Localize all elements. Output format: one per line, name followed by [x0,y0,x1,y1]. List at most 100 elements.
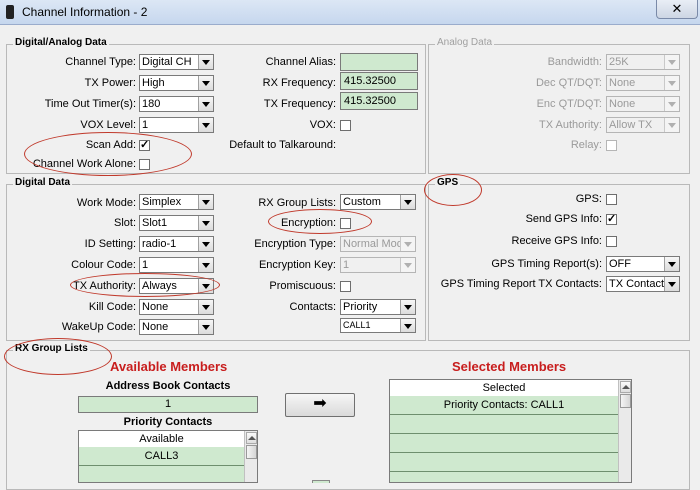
gps-timing-tx-contacts-value: TX Contact [609,278,665,290]
digital-analog-title: Digital/Analog Data [13,37,109,48]
encryption-key-select[interactable]: 1 [340,257,416,273]
chevron-down-icon [198,300,213,314]
vox-checkbox[interactable] [340,120,351,131]
dec-qt-select[interactable]: None [606,75,680,91]
wakeup-code-label: WakeUp Code: [61,321,136,333]
app-radio-icon [6,5,14,19]
relay-checkbox[interactable] [606,140,617,151]
gps-timing-tx-contacts-select[interactable]: TX Contact [606,276,680,292]
add-member-button[interactable]: ➡ [285,393,355,417]
annotation-oval-tx-authority [70,273,220,297]
arrow-right-icon: ➡ [313,395,327,412]
window-title: Channel Information - 2 [22,5,148,19]
chevron-down-icon [400,319,415,332]
colour-code-value: 1 [142,259,149,271]
tx-frequency-input[interactable]: 415.32500 [340,92,418,110]
available-item[interactable]: CALL3 [79,447,244,466]
id-setting-select[interactable]: radio-1 [139,236,214,252]
encryption-type-label: Encryption Type: [254,238,336,250]
bandwidth-select[interactable]: 25K [606,54,680,70]
contacts-type-select[interactable]: Priority [340,299,416,315]
annotation-oval-scan-add [24,132,192,176]
chevron-down-icon [664,118,679,132]
channel-alias-input[interactable] [340,53,418,71]
rx-frequency-label: RX Frequency: [262,77,336,89]
selected-item[interactable] [390,415,618,434]
tx-power-value: High [142,77,165,89]
channel-type-value: Digital CH [142,56,192,68]
encryption-type-value: Normal Mod [343,238,403,250]
promiscuous-checkbox[interactable] [340,281,351,292]
time-out-timer-label: Time Out Timer(s): [44,98,136,110]
vox-level-select[interactable]: 1 [139,117,214,133]
slot-select[interactable]: Slot1 [139,215,214,231]
wakeup-code-select[interactable]: None [139,319,214,335]
chevron-down-icon [400,258,415,272]
channel-type-select[interactable]: Digital CH [139,54,214,70]
analog-tx-authority-select[interactable]: Allow TX [606,117,680,133]
analog-tx-authority-label: TX Authority: [539,119,602,131]
rx-frequency-input[interactable]: 415.32500 [340,72,418,90]
selected-item[interactable] [390,434,618,453]
chevron-down-icon [198,76,213,90]
chevron-down-icon [198,97,213,111]
available-members-heading: Available Members [110,359,228,374]
title-bar: Channel Information - 2 ✕ [0,0,700,25]
receive-gps-info-checkbox[interactable] [606,236,617,247]
chevron-down-icon [198,55,213,69]
kill-code-select[interactable]: None [139,299,214,315]
rx-group-lists-value: Custom [343,196,381,208]
colour-code-select[interactable]: 1 [139,257,214,273]
chevron-down-icon [400,300,415,314]
rx-frequency-value: 415.32500 [344,75,396,87]
address-book-field[interactable]: 1 [78,396,258,413]
tx-power-label: TX Power: [84,77,136,89]
gps-timing-tx-contacts-label: GPS Timing Report TX Contacts: [440,278,602,290]
enc-qt-select[interactable]: None [606,96,680,112]
selected-item[interactable] [390,453,618,472]
scroll-thumb[interactable] [620,394,631,408]
close-button[interactable]: ✕ [656,0,698,19]
work-mode-select[interactable]: Simplex [139,194,214,210]
chevron-down-icon [198,237,213,251]
selected-list-scrollbar[interactable] [618,380,631,482]
chevron-down-icon [664,277,679,291]
chevron-down-icon [400,237,415,251]
available-list[interactable]: Available CALL3 [78,430,258,483]
encryption-type-select[interactable]: Normal Mod [340,236,416,252]
available-item[interactable] [79,466,244,482]
selected-item[interactable] [390,472,618,482]
gps-timing-report-select[interactable]: OFF [606,256,680,272]
tx-power-select[interactable]: High [139,75,214,91]
available-list-scrollbar[interactable] [244,431,257,482]
annotation-oval-rx-group [4,338,112,375]
rx-group-lists-select[interactable]: Custom [340,194,416,210]
promiscuous-label: Promiscuous: [269,280,336,292]
chevron-down-icon [664,97,679,111]
gps-checkbox[interactable] [606,194,617,205]
selected-list[interactable]: Selected Priority Contacts: CALL1 [389,379,632,483]
chevron-down-icon [664,76,679,90]
tx-frequency-value: 415.32500 [344,95,396,107]
send-gps-info-checkbox[interactable] [606,212,617,225]
time-out-timer-select[interactable]: 180 [139,96,214,112]
scroll-thumb[interactable] [246,445,257,459]
scroll-up-arrow-icon[interactable] [246,432,257,444]
contacts-label: Contacts: [289,301,336,313]
channel-type-label: Channel Type: [65,56,136,68]
work-mode-label: Work Mode: [76,197,136,209]
send-gps-info-label: Send GPS Info: [525,213,602,225]
encryption-key-label: Encryption Key: [258,259,336,271]
vox-level-label: VOX Level: [80,119,136,131]
chevron-down-icon [198,320,213,334]
contacts-type-value: Priority [343,301,378,313]
bandwidth-value: 25K [609,56,629,68]
analog-title: Analog Data [435,37,495,48]
contacts-name-select[interactable]: CALL1 [340,318,416,333]
chevron-down-icon [400,195,415,209]
scroll-up-arrow-icon[interactable] [620,381,631,393]
chevron-down-icon [664,257,679,271]
selected-item[interactable]: Priority Contacts: CALL1 [390,396,618,415]
chevron-down-icon [664,55,679,69]
chevron-down-icon [198,118,213,132]
